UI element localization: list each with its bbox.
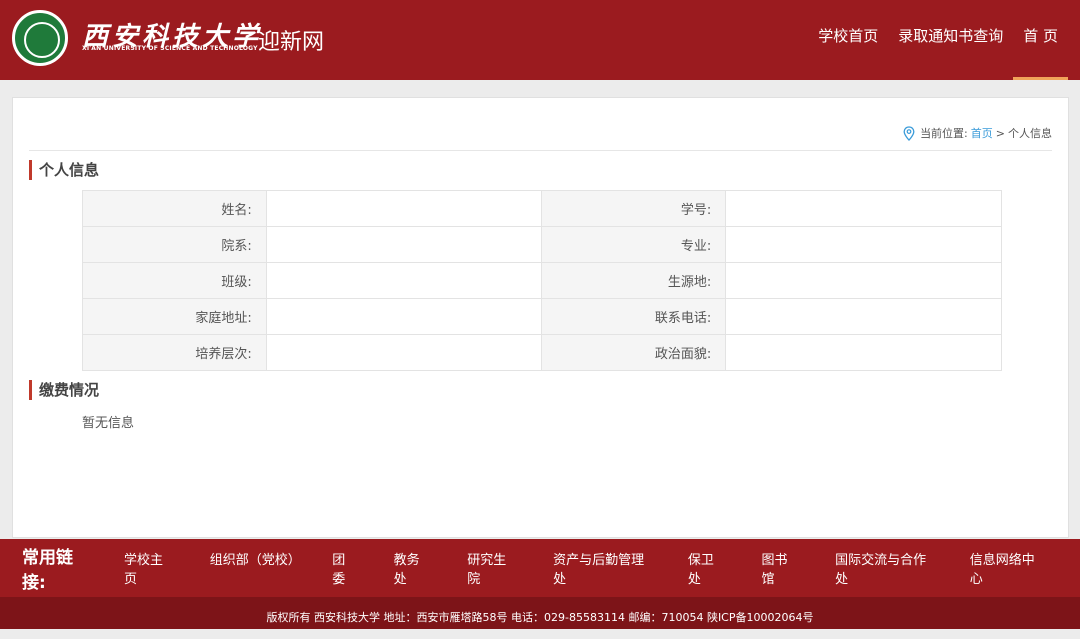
table-row: 姓名: 学号: [82, 190, 1002, 227]
payment-title: 缴费情况 [29, 380, 99, 400]
field-label: 培养层次: [82, 334, 267, 371]
payment-empty-text: 暂无信息 [82, 416, 135, 431]
field-label: 政治面貌: [541, 334, 727, 371]
school-english-name: XI'AN UNIVERSITY OF SCIENCE AND TECHNOLO… [82, 45, 258, 52]
field-value [725, 226, 1002, 263]
footer-link[interactable]: 教务处 [394, 549, 431, 587]
nav-school-home[interactable]: 学校首页 [808, 0, 888, 80]
field-label: 生源地: [541, 262, 727, 299]
field-value [265, 226, 543, 263]
table-row: 培养层次: 政治面貌: [82, 334, 1002, 371]
breadcrumb-home-link[interactable]: 首页 [971, 125, 993, 141]
nav-home[interactable]: 首 页 [1013, 0, 1068, 80]
field-value [725, 190, 1002, 227]
table-row: 院系: 专业: [82, 226, 1002, 263]
main-nav: 学校首页 录取通知书查询 首 页 [808, 0, 1068, 80]
breadcrumb-separator: > [995, 126, 1005, 140]
footer-link[interactable]: 团委 [332, 549, 356, 587]
field-label: 联系电话: [541, 298, 727, 335]
field-value [265, 190, 543, 227]
footer-link[interactable]: 保卫处 [688, 549, 725, 587]
university-logo-icon[interactable] [12, 10, 68, 66]
personal-info-title: 个人信息 [29, 160, 99, 180]
field-value [265, 298, 543, 335]
table-row: 班级: 生源地: [82, 262, 1002, 299]
field-label: 家庭地址: [82, 298, 267, 335]
field-value [265, 262, 543, 299]
footer-links-bar: 常用链接: 学校主页 组织部（党校） 团委 教务处 研究生院 资产与后勤管理处 保卫处 图书馆… [0, 539, 1080, 597]
field-value [725, 334, 1002, 371]
site-header: 西安科技大学 XI'AN UNIVERSITY OF SCIENCE AND T… [0, 0, 1080, 80]
field-label: 学号: [541, 190, 727, 227]
footer-links-title: 常用链接: [22, 548, 73, 593]
divider [29, 150, 1052, 151]
field-label: 姓名: [82, 190, 267, 227]
table-row: 家庭地址: 联系电话: [82, 298, 1002, 335]
breadcrumb-current: 个人信息 [1008, 127, 1052, 140]
nav-admission-letter-query[interactable]: 录取通知书查询 [888, 0, 1013, 80]
footer-link[interactable]: 学校主页 [124, 549, 173, 587]
footer-link[interactable]: 组织部（党校） [210, 549, 301, 587]
breadcrumb: 当前位置: 首页 > 个人信息 [903, 125, 1052, 141]
copyright: 版权所有 西安科技大学 地址：西安市雁塔路58号 电话：029-85583114… [0, 597, 1080, 629]
field-value [265, 334, 543, 371]
field-label: 院系: [82, 226, 267, 263]
content-panel: 当前位置: 首页 > 个人信息 个人信息 姓名: 学号: 院系: 专业: 班级: 生源地:… [12, 97, 1069, 538]
location-pin-icon [903, 125, 915, 141]
footer-link[interactable]: 国际交流与合作处 [835, 549, 933, 587]
field-label: 班级: [82, 262, 267, 299]
breadcrumb-prefix: 当前位置: [920, 127, 968, 140]
field-value [725, 298, 1002, 335]
footer-link[interactable]: 资产与后勤管理处 [553, 549, 651, 587]
field-value [725, 262, 1002, 299]
footer-link[interactable]: 信息网络中心 [970, 549, 1043, 587]
personal-info-table: 姓名: 学号: 院系: 专业: 班级: 生源地: 家庭地址: 联系电话: 培养层次: 政治面貌: [82, 190, 1002, 371]
site-name: 迎新网 [258, 30, 325, 55]
footer-link[interactable]: 研究生院 [467, 549, 516, 587]
field-label: 专业: [541, 226, 727, 263]
footer-link[interactable]: 图书馆 [761, 549, 798, 587]
